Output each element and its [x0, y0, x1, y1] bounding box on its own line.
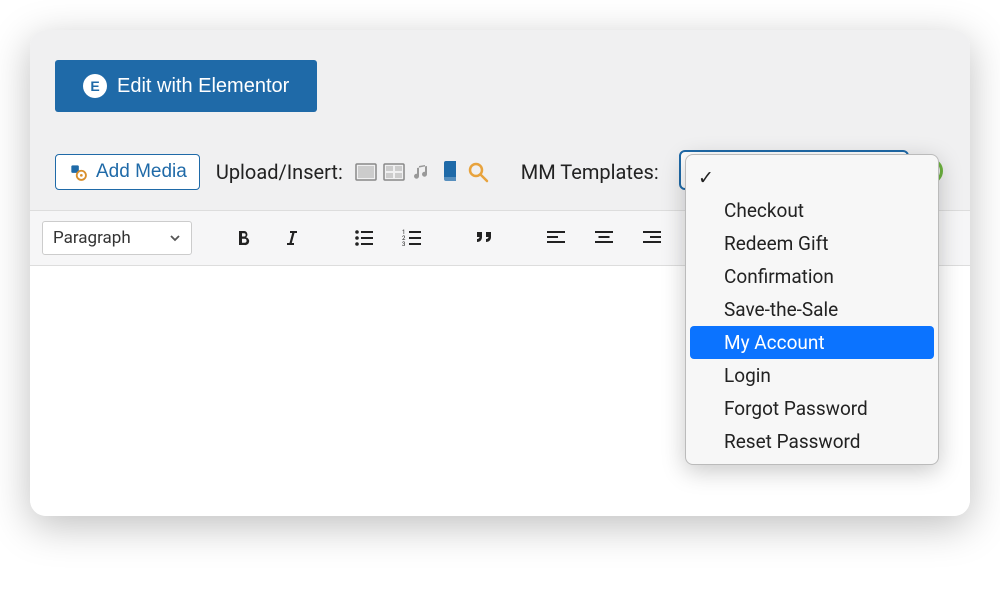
book-insert-icon[interactable] [439, 163, 461, 181]
mm-templates-label: MM Templates: [521, 160, 659, 184]
add-media-label: Add Media [96, 161, 187, 183]
dropdown-option-label: Checkout [724, 199, 804, 222]
mm-templates-dropdown[interactable]: ✓ Checkout Redeem Gift Confirmation Save-the… [685, 154, 939, 465]
bullet-list-button[interactable] [344, 221, 384, 255]
edit-with-elementor-button[interactable]: E Edit with Elementor [55, 60, 317, 112]
svg-text:3: 3 [402, 241, 405, 247]
video-insert-icon[interactable] [383, 163, 405, 181]
dropdown-option-label: Redeem Gift [724, 232, 828, 255]
align-right-button[interactable] [632, 221, 672, 255]
bold-button[interactable] [224, 221, 264, 255]
upload-insert-label: Upload/Insert: [216, 160, 343, 184]
audio-insert-icon[interactable] [411, 163, 433, 181]
dropdown-option[interactable]: My Account [690, 326, 934, 359]
align-left-button[interactable] [536, 221, 576, 255]
dropdown-option[interactable]: Confirmation [686, 260, 938, 293]
check-icon: ✓ [696, 166, 716, 189]
add-media-button[interactable]: Add Media [55, 154, 200, 190]
insert-icons [355, 163, 489, 181]
format-select[interactable]: Paragraph [42, 221, 192, 255]
image-insert-icon[interactable] [355, 163, 377, 181]
dropdown-option[interactable]: Reset Password [686, 425, 938, 458]
italic-button[interactable] [272, 221, 312, 255]
top-area: E Edit with Elementor Add Media Upload/I… [30, 30, 970, 210]
dropdown-option-label: Confirmation [724, 265, 834, 288]
align-center-button[interactable] [584, 221, 624, 255]
media-toolbar: Add Media Upload/Insert: [55, 154, 945, 190]
numbered-list-button[interactable]: 123 [392, 221, 432, 255]
dropdown-option[interactable]: Save-the-Sale [686, 293, 938, 326]
dropdown-option[interactable]: Login [686, 359, 938, 392]
dropdown-option-label: My Account [724, 331, 825, 354]
dropdown-option[interactable]: ✓ [686, 161, 938, 194]
dropdown-option[interactable]: Checkout [686, 194, 938, 227]
dropdown-option-label: Reset Password [724, 430, 861, 453]
dropdown-option-label: Save-the-Sale [724, 298, 838, 321]
dropdown-option[interactable]: Forgot Password [686, 392, 938, 425]
chevron-down-icon [169, 232, 181, 244]
camera-icon [68, 162, 88, 182]
elementor-button-label: Edit with Elementor [117, 75, 289, 98]
editor-panel: E Edit with Elementor Add Media Upload/I… [30, 30, 970, 516]
dropdown-option-label: Forgot Password [724, 397, 868, 420]
search-insert-icon[interactable] [467, 163, 489, 181]
dropdown-option[interactable]: Redeem Gift [686, 227, 938, 260]
dropdown-option-label: Login [724, 364, 771, 387]
format-select-label: Paragraph [53, 228, 131, 248]
elementor-icon: E [83, 74, 107, 98]
blockquote-button[interactable] [464, 221, 504, 255]
